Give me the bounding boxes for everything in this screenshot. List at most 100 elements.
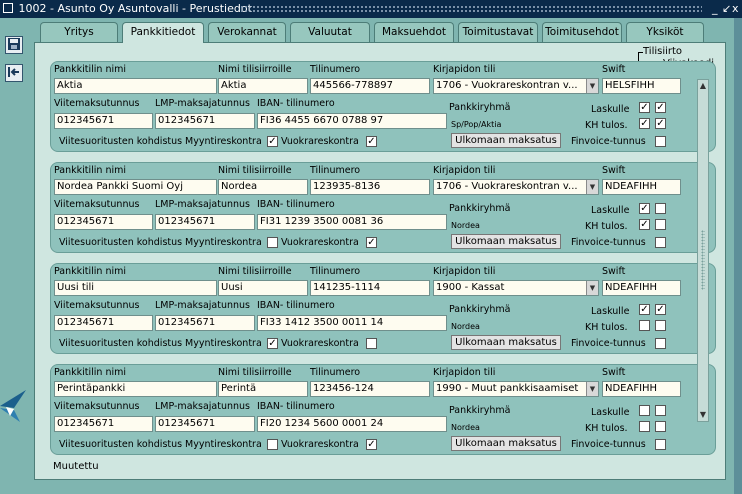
kh-viivakoodi-checkbox[interactable]: ✓ [655,118,666,129]
transfer-name-field[interactable]: Nordea [218,179,308,195]
account-number-label: Tilinumero [310,64,361,75]
tab-toimitustavat[interactable]: Toimitustavat [458,22,538,42]
laskulle-tilisiirto-checkbox[interactable]: ✓ [639,203,650,214]
ledger-account-select[interactable]: 1706 - Vuokrareskontran v... ▼ [433,179,599,195]
vuokrareskontra-checkbox[interactable]: ✓ [366,136,377,147]
swift-field[interactable]: NDEAFIHH [602,280,681,296]
tab-yritys[interactable]: Yritys [40,22,118,42]
finvoice-checkbox[interactable] [655,338,666,349]
tab-pankkitiedot[interactable]: Pankkitiedot [122,22,204,43]
iban-field[interactable]: FI33 1412 3500 0011 14 [257,315,447,331]
reference-id-field[interactable]: 012345671 [54,416,153,432]
scroll-down-icon[interactable]: ▼ [698,409,708,421]
kh-tilisiirto-checkbox[interactable]: ✓ [639,219,650,230]
bank-group-label: Pankkiryhmä [449,405,511,416]
laskulle-tilisiirto-checkbox[interactable]: ✓ [639,304,650,315]
minimize-button[interactable]: _ [712,0,718,18]
account-number-field[interactable]: 123456-124 [310,381,430,397]
myyntireskontra-checkbox[interactable]: ✓ [267,136,278,147]
vuokrareskontra-label: Vuokrareskontra [281,237,359,248]
swift-label: Swift [602,367,626,378]
myyntireskontra-checkbox[interactable] [267,237,278,248]
iban-field[interactable]: FI36 4455 6670 0788 97 [257,113,447,129]
chevron-down-icon[interactable]: ▼ [586,180,598,194]
kh-viivakoodi-checkbox[interactable] [655,421,666,432]
vertical-scrollbar[interactable]: ▲ ▼ [697,79,709,422]
lmp-id-field[interactable]: 012345671 [155,214,255,230]
chevron-down-icon[interactable]: ▼ [586,79,598,93]
iban-field[interactable]: FI31 1239 3500 0081 36 [257,214,447,230]
transfer-name-field[interactable]: Perintä [218,381,308,397]
account-number-field[interactable]: 123935-8136 [310,179,430,195]
lmp-id-field[interactable]: 012345671 [155,416,255,432]
tab-verokannat[interactable]: Verokannat [208,22,286,42]
iban-field[interactable]: FI20 1234 5600 0001 24 [257,416,447,432]
kh-tilisiirto-checkbox[interactable]: ✓ [639,118,650,129]
finvoice-checkbox[interactable] [655,439,666,450]
ledger-account-select[interactable]: 1900 - Kassat ▼ [433,280,599,296]
ledger-account-select[interactable]: 1706 - Vuokrareskontran v... ▼ [433,78,599,94]
tab-valuutat[interactable]: Valuutat [290,22,370,42]
laskulle-tilisiirto-checkbox[interactable]: ✓ [639,102,650,113]
kh-tilisiirto-checkbox[interactable] [639,421,650,432]
chevron-down-icon[interactable]: ▼ [586,281,598,295]
lmp-id-field[interactable]: 012345671 [155,315,255,331]
account-number-field[interactable]: 445566-778897 [310,78,430,94]
swift-field[interactable]: NDEAFIHH [602,179,681,195]
tab-yksikot[interactable]: Yksiköt [626,22,704,42]
window-right-edge [734,18,742,494]
laskulle-label: Laskulle [591,306,630,317]
swift-field[interactable]: HELSFIHH [602,78,681,94]
restore-button[interactable]: ↙ [722,0,731,18]
close-button[interactable]: x [732,0,739,18]
myyntireskontra-checkbox[interactable] [267,439,278,450]
scroll-up-icon[interactable]: ▲ [698,80,708,92]
lmp-id-field[interactable]: 012345671 [155,113,255,129]
finvoice-label: Finvoice-tunnus [571,237,646,248]
laskulle-viivakoodi-checkbox[interactable]: ✓ [655,102,666,113]
bank-name-field[interactable]: Nordea Pankki Suomi Oyj [54,179,217,195]
reference-id-field[interactable]: 012345671 [54,214,153,230]
transfer-name-field[interactable]: Aktia [218,78,308,94]
scroll-grip[interactable] [701,230,705,290]
tab-toimitusehdot[interactable]: Toimitusehdot [542,22,622,42]
foreign-payment-button[interactable]: Ulkomaan maksatus [451,436,561,451]
finvoice-checkbox[interactable] [655,237,666,248]
kh-viivakoodi-checkbox[interactable] [655,219,666,230]
vuokrareskontra-checkbox[interactable]: ✓ [366,237,377,248]
laskulle-viivakoodi-checkbox[interactable]: ✓ [655,304,666,315]
reference-id-field[interactable]: 012345671 [54,113,153,129]
finvoice-label: Finvoice-tunnus [571,338,646,349]
transfer-name-label: Nimi tilisiirroille [218,266,292,277]
bank-account-group-4: Pankkitilin nimi Nimi tilisiirroille Til… [50,364,716,455]
laskulle-tilisiirto-checkbox[interactable] [639,405,650,416]
exit-icon[interactable] [5,64,23,82]
bank-name-field[interactable]: Aktia [54,78,217,94]
account-number-field[interactable]: 141235-1114 [310,280,430,296]
reference-id-field[interactable]: 012345671 [54,315,153,331]
myyntireskontra-checkbox[interactable]: ✓ [267,338,278,349]
chevron-down-icon[interactable]: ▼ [586,382,598,396]
tab-maksuehdot[interactable]: Maksuehdot [374,22,454,42]
transfer-name-field[interactable]: Uusi [218,280,308,296]
vuokrareskontra-checkbox[interactable] [366,338,377,349]
bank-name-field[interactable]: Perintäpankki [54,381,217,397]
laskulle-viivakoodi-checkbox[interactable] [655,203,666,214]
kh-tulos-label: KH tulos. [585,120,628,131]
foreign-payment-button[interactable]: Ulkomaan maksatus [451,234,561,249]
bank-name-field[interactable]: Uusi tili [54,280,217,296]
ledger-account-label: Kirjapidon tili [433,64,496,75]
ledger-account-value: 1706 - Vuokrareskontran v... [436,80,578,91]
vuokrareskontra-checkbox[interactable]: ✓ [366,439,377,450]
laskulle-viivakoodi-checkbox[interactable] [655,405,666,416]
bank-account-group-1: Pankkitilin nimi Nimi tilisiirroille Til… [50,61,716,152]
kh-tilisiirto-checkbox[interactable] [639,320,650,331]
kh-viivakoodi-checkbox[interactable] [655,320,666,331]
swift-field[interactable]: NDEAFIHH [602,381,681,397]
foreign-payment-button[interactable]: Ulkomaan maksatus [451,335,561,350]
save-icon[interactable] [5,36,23,54]
foreign-payment-button[interactable]: Ulkomaan maksatus [451,133,561,148]
finvoice-checkbox[interactable] [655,136,666,147]
finvoice-label: Finvoice-tunnus [571,439,646,450]
ledger-account-select[interactable]: 1990 - Muut pankkisaamiset ▼ [433,381,599,397]
